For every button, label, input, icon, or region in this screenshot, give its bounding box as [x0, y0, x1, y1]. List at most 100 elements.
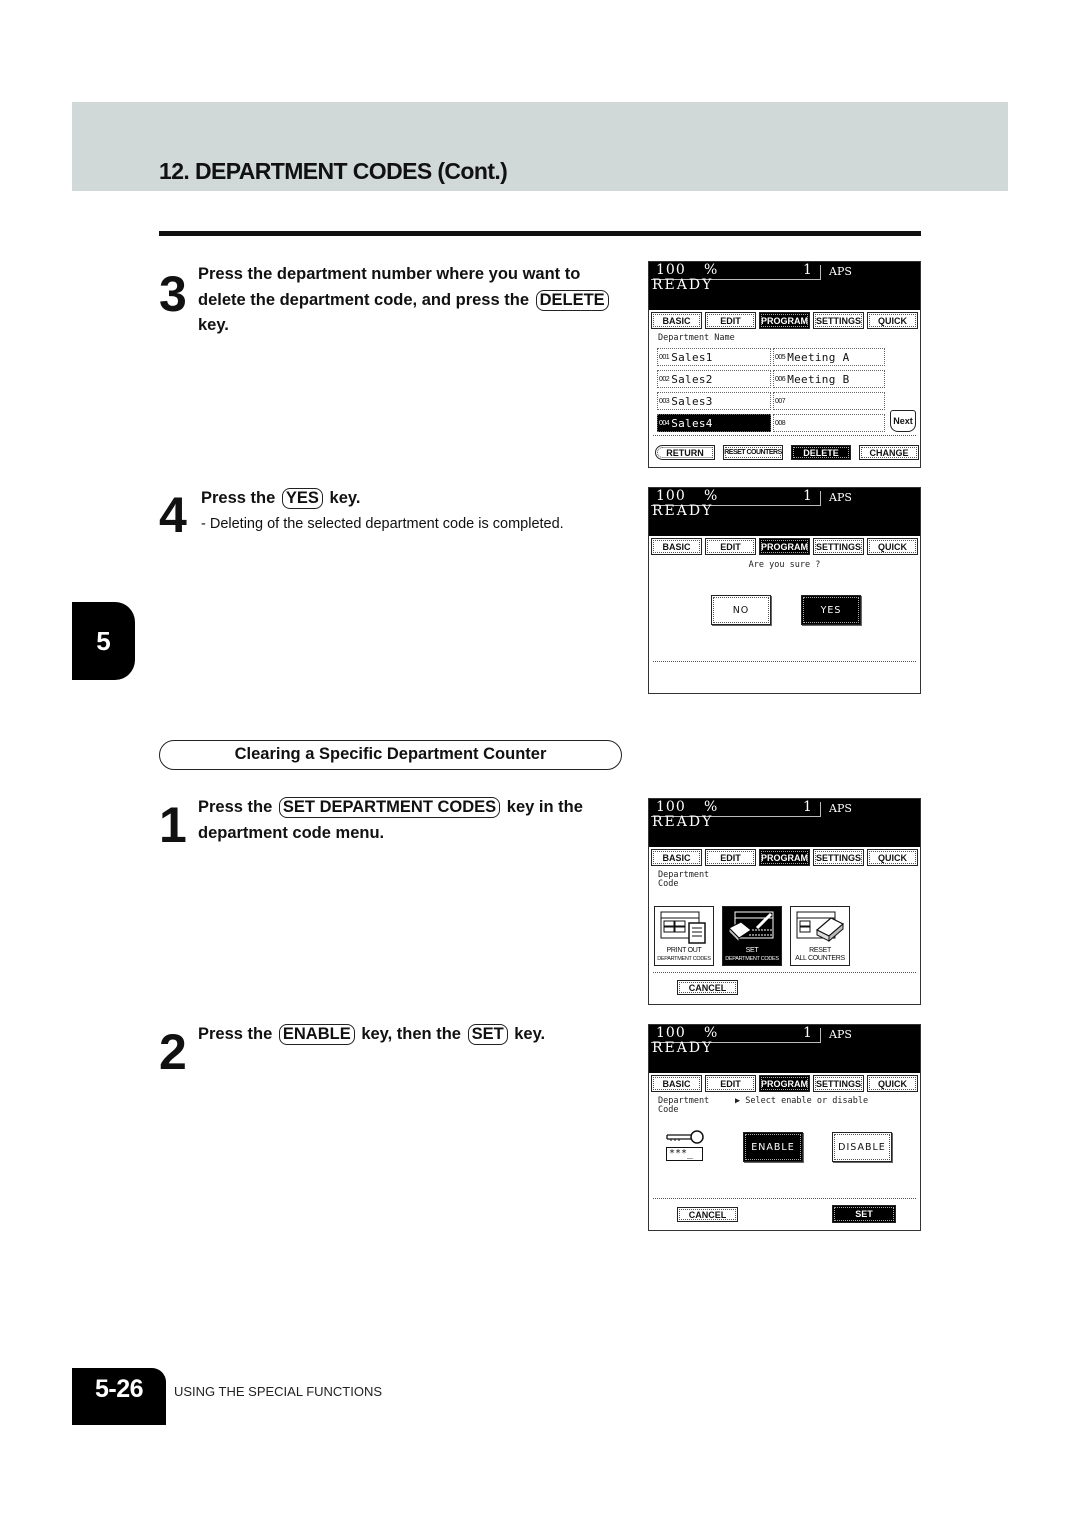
code-entry-field[interactable]: ***_ — [666, 1147, 703, 1161]
department-cell[interactable]: 008 — [773, 414, 885, 432]
tab-program[interactable]: PROGRAM — [759, 1075, 810, 1092]
lcd-status-bar: 100% 1 APS READY — [649, 799, 920, 847]
no-button[interactable]: NO — [711, 595, 771, 625]
yes-button[interactable]: YES — [801, 595, 861, 625]
page-title: 12. DEPARTMENT CODES (Cont.) — [159, 158, 508, 184]
tab-program[interactable]: PROGRAM — [759, 312, 810, 329]
copy-count: 1 — [803, 799, 812, 815]
tab-edit[interactable]: EDIT — [705, 849, 756, 866]
reset-all-counters-button[interactable]: RESET ALL COUNTERS — [790, 906, 850, 966]
enable-button[interactable]: ENABLE — [743, 1132, 803, 1162]
tab-settings[interactable]: SETTINGS — [813, 538, 864, 555]
tab-edit[interactable]: EDIT — [705, 538, 756, 555]
lcd-enable-disable: 100% 1 APS READY BASIC EDIT PROGRAM SETTINGS QU… — [648, 1024, 921, 1231]
tab-quick[interactable]: QUICK — [867, 1075, 918, 1092]
lcd-tab-bar: BASIC EDIT PROGRAM SETTINGS QUICK — [649, 312, 920, 330]
step-text: Press the ENABLE key, then the SET key. — [198, 1022, 545, 1048]
step-3: 3 Press the department number where you … — [159, 262, 629, 342]
machine-status: READY — [652, 1040, 714, 1056]
caption-line: DEPARTMENT CODES — [657, 956, 711, 962]
copy-count: 1 — [803, 1025, 812, 1041]
tab-settings[interactable]: SETTINGS — [813, 849, 864, 866]
step-4: 4 Press the YES key. - Deleting of the s… — [159, 486, 629, 540]
divider — [653, 972, 916, 973]
caption-line: DEPARTMENT CODES — [725, 956, 779, 962]
yes-key-label: YES — [281, 488, 323, 509]
department-cell[interactable]: 006 Meeting B — [773, 370, 885, 388]
machine-status: READY — [652, 277, 714, 293]
step-note: - Deleting of the selected department co… — [201, 516, 564, 532]
set-codes-icon — [728, 911, 774, 944]
step-line: key. — [198, 316, 229, 334]
department-number: 004 — [659, 419, 670, 427]
divider — [653, 661, 916, 662]
paper-mode: APS — [829, 1028, 852, 1041]
return-button[interactable]: RETURN — [655, 445, 715, 460]
zoom-ratio: 100 — [656, 1025, 686, 1041]
set-button[interactable]: SET — [832, 1205, 896, 1223]
department-cell[interactable]: 002 Sales2 — [657, 370, 771, 388]
department-cell[interactable]: 001 Sales1 — [657, 348, 771, 366]
print-out-department-codes-button[interactable]: PRINT OUT DEPARTMENT CODES — [654, 906, 714, 966]
zoom-ratio: 100 — [656, 488, 686, 504]
step-2: 2 Press the ENABLE key, then the SET key… — [159, 1022, 629, 1082]
department-number: 006 — [775, 375, 786, 383]
arrow-right-icon: ▶ — [735, 1096, 741, 1106]
department-name: Meeting B — [787, 372, 850, 386]
chapter-number: 5 — [96, 625, 111, 656]
enable-key-label: ENABLE — [278, 1024, 355, 1045]
chapter-tab: 5 — [72, 602, 135, 680]
paper-mode: APS — [829, 802, 852, 815]
cancel-button[interactable]: CANCEL — [677, 980, 738, 995]
step-number: 4 — [159, 487, 187, 543]
cancel-button[interactable]: CANCEL — [677, 1207, 738, 1222]
set-department-codes-key-label: SET DEPARTMENT CODES — [278, 797, 501, 818]
delete-button[interactable]: DELETE — [791, 445, 851, 460]
lcd-tab-bar: BASIC EDIT PROGRAM SETTINGS QUICK — [649, 849, 920, 867]
change-button[interactable]: CHANGE — [859, 445, 919, 460]
tab-settings[interactable]: SETTINGS — [813, 1075, 864, 1092]
paper-mode: APS — [829, 491, 852, 504]
tab-basic[interactable]: BASIC — [651, 538, 702, 555]
department-cell[interactable]: 005 Meeting A — [773, 348, 885, 366]
department-cell[interactable]: 007 — [773, 392, 885, 410]
lcd-confirm-delete: 100% 1 APS READY BASIC EDIT PROGRAM SETTINGS QU… — [648, 487, 921, 694]
tab-program[interactable]: PROGRAM — [759, 849, 810, 866]
tab-edit[interactable]: EDIT — [705, 1075, 756, 1092]
instruction: ▶ Select enable or disable — [735, 1097, 868, 1106]
department-name: Sales4 — [671, 416, 713, 430]
tab-quick[interactable]: QUICK — [867, 312, 918, 329]
department-cell[interactable]: 003 Sales3 — [657, 392, 771, 410]
set-key-label: SET — [467, 1024, 508, 1045]
zoom-percent: % — [704, 262, 718, 278]
step-line: Press the SET DEPARTMENT CODES key in th… — [198, 795, 583, 821]
tab-quick[interactable]: QUICK — [867, 849, 918, 866]
divider — [653, 435, 916, 436]
tab-edit[interactable]: EDIT — [705, 312, 756, 329]
department-cell[interactable]: 004 Sales4 — [657, 414, 771, 432]
next-button[interactable]: Next — [890, 410, 916, 432]
lcd-status-bar: 100% 1 APS READY — [649, 1025, 920, 1073]
set-department-codes-button[interactable]: SET DEPARTMENT CODES — [722, 906, 782, 966]
disable-button[interactable]: DISABLE — [832, 1132, 892, 1162]
step-number: 2 — [159, 1024, 187, 1080]
zoom-ratio: 100 — [656, 799, 686, 815]
paper-mode: APS — [829, 265, 852, 278]
tab-program[interactable]: PROGRAM — [759, 538, 810, 555]
lcd-status-bar: 100% 1 APS READY — [649, 262, 920, 310]
step-line: delete the department code, and press th… — [198, 288, 611, 314]
step-text: Press the department number where you wa… — [198, 262, 611, 339]
tab-settings[interactable]: SETTINGS — [813, 312, 864, 329]
tab-basic[interactable]: BASIC — [651, 312, 702, 329]
tab-basic[interactable]: BASIC — [651, 849, 702, 866]
caption-line: RESET — [809, 947, 831, 954]
print-out-icon — [660, 911, 706, 944]
tab-quick[interactable]: QUICK — [867, 538, 918, 555]
department-name: Sales2 — [671, 372, 713, 386]
department-number: 003 — [659, 397, 670, 405]
reset-counters-button[interactable]: RESET COUNTERS — [723, 445, 783, 460]
tab-basic[interactable]: BASIC — [651, 1075, 702, 1092]
step-text-fragment: delete the department code, and press th… — [198, 290, 529, 309]
caption-line: PRINT OUT — [666, 947, 702, 954]
footer-section-title: USING THE SPECIAL FUNCTIONS — [174, 1384, 383, 1399]
